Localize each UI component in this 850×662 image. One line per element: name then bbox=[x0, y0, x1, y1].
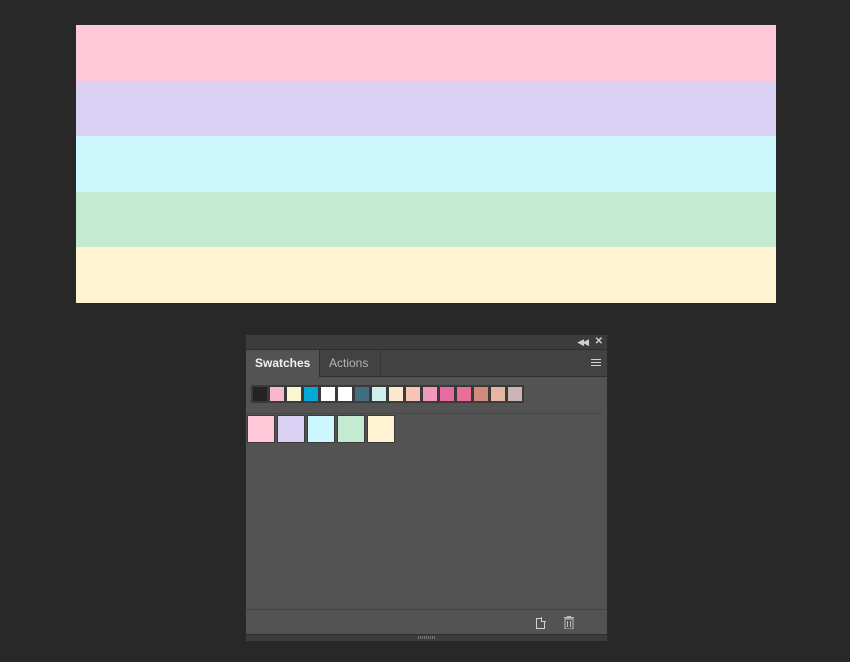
default-swatch-row bbox=[251, 385, 524, 403]
custom-swatch-row bbox=[247, 415, 397, 443]
close-icon[interactable]: ✕ bbox=[595, 336, 603, 348]
trash-icon[interactable] bbox=[564, 616, 574, 629]
panel-footer bbox=[246, 609, 607, 635]
custom-swatch[interactable] bbox=[307, 415, 335, 443]
panel-title-bar[interactable]: ◀◀ ✕ bbox=[246, 335, 607, 350]
default-swatch[interactable] bbox=[439, 386, 455, 402]
stripe-cream bbox=[76, 247, 776, 303]
default-swatch[interactable] bbox=[490, 386, 506, 402]
stripe-pink bbox=[76, 25, 776, 81]
default-swatch[interactable] bbox=[252, 386, 268, 402]
default-swatch[interactable] bbox=[388, 386, 404, 402]
tab-actions[interactable]: Actions bbox=[320, 350, 381, 376]
default-swatch[interactable] bbox=[269, 386, 285, 402]
default-swatch[interactable] bbox=[354, 386, 370, 402]
default-swatch[interactable] bbox=[320, 386, 336, 402]
swatches-panel: ◀◀ ✕ Swatches Actions bbox=[245, 334, 608, 642]
default-swatch[interactable] bbox=[303, 386, 319, 402]
resize-grip[interactable] bbox=[418, 636, 436, 639]
double-chevron-left-icon[interactable]: ◀◀ bbox=[577, 336, 589, 348]
default-swatch[interactable] bbox=[337, 386, 353, 402]
custom-swatch[interactable] bbox=[337, 415, 365, 443]
panel-tab-bar: Swatches Actions bbox=[246, 350, 607, 377]
default-swatch[interactable] bbox=[405, 386, 421, 402]
tab-swatches[interactable]: Swatches bbox=[246, 350, 320, 377]
default-swatch[interactable] bbox=[507, 386, 523, 402]
panel-menu-icon[interactable] bbox=[591, 359, 601, 366]
custom-swatch[interactable] bbox=[277, 415, 305, 443]
stripe-mint bbox=[76, 191, 776, 248]
default-swatch[interactable] bbox=[473, 386, 489, 402]
new-swatch-icon[interactable] bbox=[536, 617, 546, 629]
default-swatch[interactable] bbox=[371, 386, 387, 402]
panel-resize-bar[interactable] bbox=[246, 634, 607, 641]
swatch-divider bbox=[247, 413, 602, 414]
custom-swatch[interactable] bbox=[367, 415, 395, 443]
default-swatch[interactable] bbox=[456, 386, 472, 402]
default-swatch[interactable] bbox=[286, 386, 302, 402]
document-canvas[interactable] bbox=[76, 25, 776, 303]
stripe-lavender bbox=[76, 80, 776, 137]
custom-swatch[interactable] bbox=[247, 415, 275, 443]
stripe-light-cyan bbox=[76, 136, 776, 192]
default-swatch[interactable] bbox=[422, 386, 438, 402]
